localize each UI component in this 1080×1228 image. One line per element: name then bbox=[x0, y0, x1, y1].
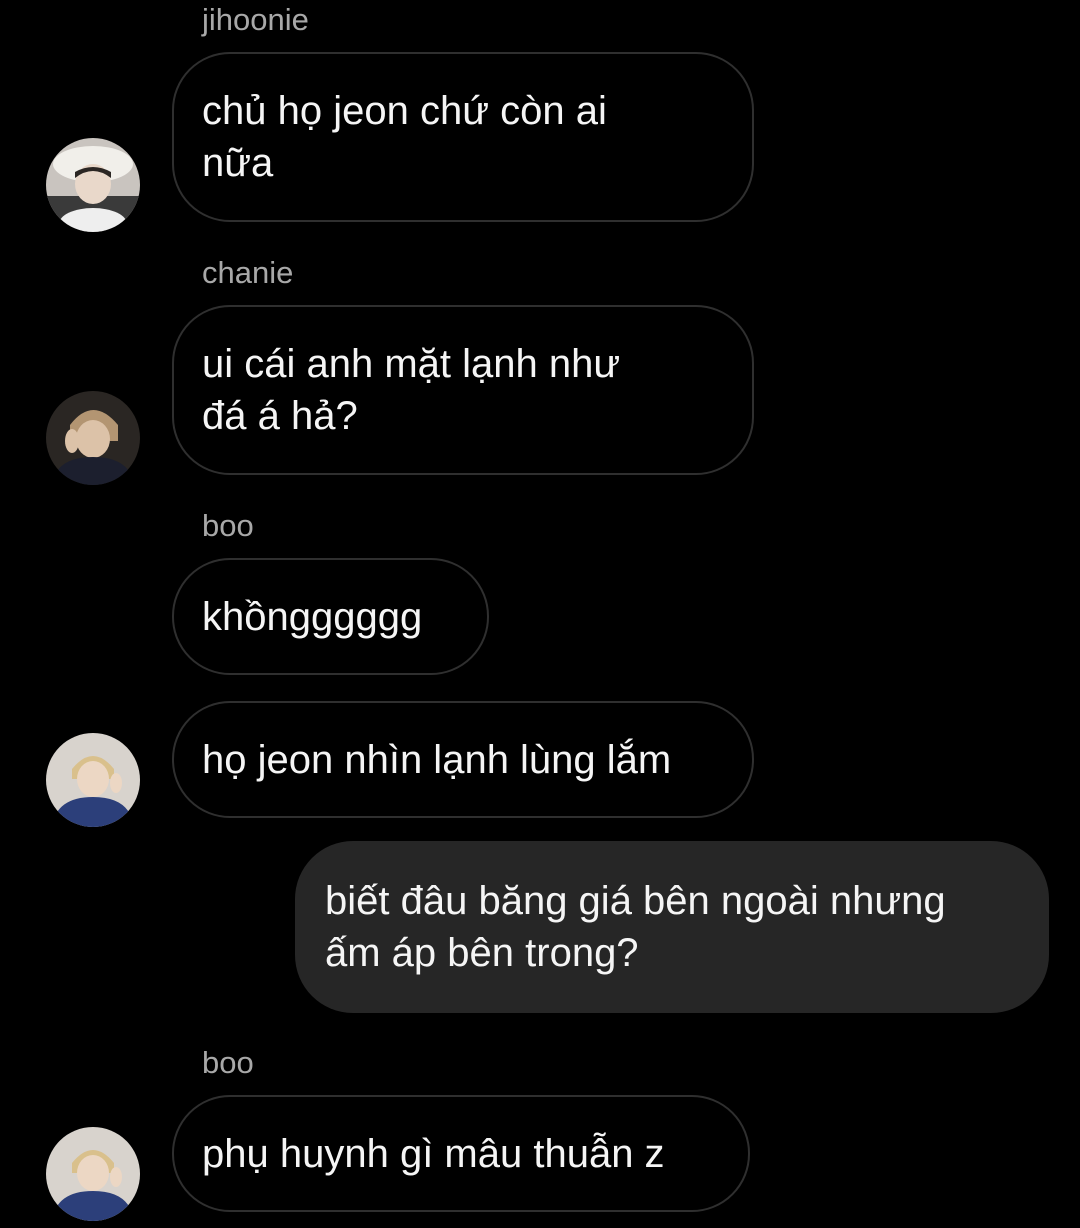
message-text: phụ huynh gì mâu thuẫn z bbox=[202, 1131, 665, 1176]
avatar-image bbox=[46, 1127, 140, 1221]
message-bubble-incoming[interactable]: ui cái anh mặt lạnh như đá á hả? bbox=[172, 305, 754, 475]
message-text: họ jeon nhìn lạnh lùng lắm bbox=[202, 737, 672, 782]
message-text: chủ họ jeon chứ còn ai nữa bbox=[202, 89, 607, 185]
sender-name-boo: boo bbox=[202, 1045, 254, 1080]
message-bubble-incoming[interactable]: họ jeon nhìn lạnh lùng lắm bbox=[172, 701, 754, 818]
avatar-jihoonie[interactable] bbox=[46, 138, 140, 232]
avatar-boo[interactable] bbox=[46, 1127, 140, 1221]
avatar-boo[interactable] bbox=[46, 733, 140, 827]
sender-name-jihoonie: jihoonie bbox=[202, 2, 309, 37]
avatar-image bbox=[46, 138, 140, 232]
sender-name-chanie: chanie bbox=[202, 255, 294, 290]
message-text: biết đâu băng giá bên ngoài nhưng ấm áp … bbox=[325, 879, 946, 975]
message-bubble-incoming[interactable]: chủ họ jeon chứ còn ai nữa bbox=[172, 52, 754, 222]
avatar-chanie[interactable] bbox=[46, 391, 140, 485]
avatar-image bbox=[46, 733, 140, 827]
message-bubble-incoming[interactable]: phụ huynh gì mâu thuẫn z bbox=[172, 1095, 750, 1212]
message-bubble-incoming[interactable]: khồngggggg bbox=[172, 558, 489, 675]
message-text: khồngggggg bbox=[202, 594, 423, 639]
sender-name-boo: boo bbox=[202, 508, 254, 543]
message-text: ui cái anh mặt lạnh như đá á hả? bbox=[202, 342, 621, 438]
message-bubble-outgoing[interactable]: biết đâu băng giá bên ngoài nhưng ấm áp … bbox=[295, 841, 1049, 1013]
avatar-image bbox=[46, 391, 140, 485]
